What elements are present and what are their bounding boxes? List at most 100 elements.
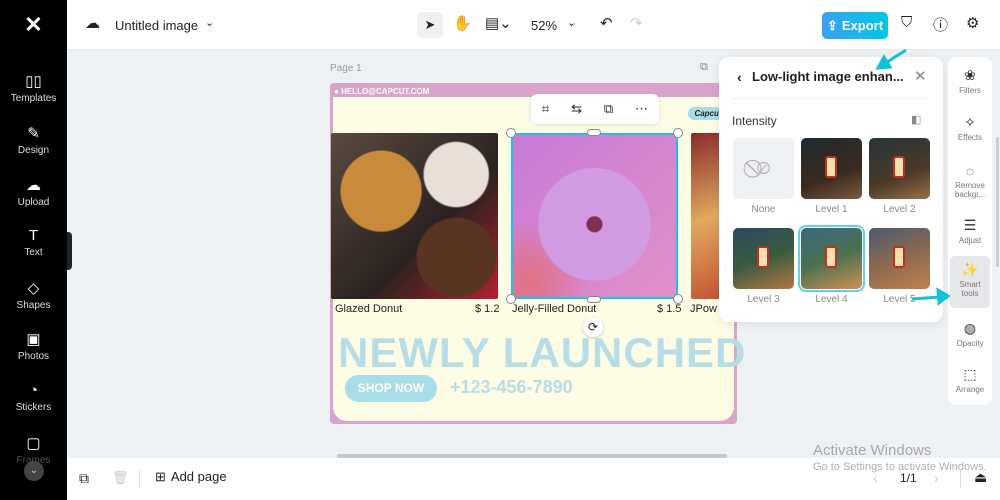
shapes-icon: ◇ — [27, 280, 40, 297]
adjust-icon: ☰ — [963, 217, 977, 233]
page-label: Page 1 — [330, 63, 362, 74]
frames-icon: ▢ — [26, 435, 41, 452]
expand-sidebar-button[interactable]: ⌄ — [24, 461, 44, 481]
sidebar-item-upload[interactable]: ☁ Upload — [0, 176, 67, 208]
duplicate-icon[interactable]: ⧉ — [604, 101, 613, 117]
duplicate-page-icon[interactable]: ⧉ — [700, 61, 708, 74]
sidebar-item-text[interactable]: T Text — [0, 227, 67, 258]
panel-title: Low-light image enhan... — [752, 69, 904, 84]
select-tool-button[interactable]: ➤ — [417, 12, 443, 38]
layout-icon[interactable]: ▤⌄ — [485, 14, 512, 32]
replace-icon[interactable]: ⇆ — [571, 101, 582, 117]
sidebar-item-shapes[interactable]: ◇ Shapes — [0, 279, 67, 311]
sidebar-item-templates[interactable]: ▯▯ Templates — [0, 72, 67, 104]
opacity-icon: ◍ — [963, 320, 977, 336]
stickers-icon: ◔ — [28, 382, 39, 399]
hand-tool-icon[interactable]: ✋ — [453, 14, 472, 32]
crop-icon[interactable]: ⌗ — [542, 101, 549, 117]
intensity-option-label: Level 2 — [883, 204, 916, 215]
product-name: JPow — [690, 303, 717, 315]
add-page-icon: ⊞ — [155, 469, 166, 484]
add-page-button[interactable]: ⊞ Add page — [155, 469, 227, 485]
intensity-option-level-3[interactable] — [733, 228, 794, 289]
resize-handle[interactable] — [673, 128, 683, 138]
selection-box — [511, 133, 678, 299]
text-icon: T — [28, 227, 39, 244]
intensity-option-level-1[interactable] — [801, 138, 862, 199]
product-name: Glazed Donut — [335, 303, 403, 315]
sidebar-item-stickers[interactable]: ◔ Stickers — [0, 382, 67, 413]
intensity-option-level-5[interactable] — [869, 228, 930, 289]
document-title[interactable]: Untitled image — [115, 18, 198, 33]
divider — [139, 470, 140, 488]
glazed-donut-image[interactable] — [331, 133, 498, 299]
sidebar-item-design[interactable]: ✎ Design — [0, 124, 67, 156]
sidebar-item-photos[interactable]: ▣ Photos — [0, 330, 67, 362]
back-icon[interactable]: ‹ — [737, 69, 742, 85]
zoom-level[interactable]: 52% — [531, 18, 557, 33]
export-button[interactable]: ⇪ Export — [822, 12, 888, 39]
intensity-option-label: None — [751, 204, 776, 215]
undo-icon[interactable]: ↶ — [600, 14, 613, 32]
tool-smart-tools[interactable]: ✨ Smart tools — [950, 261, 990, 298]
intensity-option-none[interactable]: ⃠⊘ — [733, 138, 794, 199]
help-icon[interactable]: ⓘ — [933, 14, 948, 35]
intensity-option-level-4[interactable] — [798, 225, 865, 292]
photos-icon: ▣ — [26, 331, 41, 348]
lantern-icon — [825, 156, 837, 178]
zoom-chevron-icon[interactable]: ⌄ — [567, 16, 576, 29]
shield-icon[interactable]: ⛉ — [901, 14, 912, 31]
export-icon: ⇪ — [826, 17, 838, 33]
upload-icon: ☁ — [26, 177, 41, 194]
templates-icon: ▯▯ — [25, 73, 42, 90]
phone-text: +123-456-7890 — [450, 377, 573, 397]
intensity-option-level-2[interactable] — [869, 138, 930, 199]
product-name: Jelly-Filled Donut — [512, 303, 597, 315]
design-icon: ✎ — [27, 125, 40, 142]
left-sidebar: ✕ ▯▯ Templates ✎ Design ☁ Upload T Text ◇ Sha… — [0, 0, 72, 500]
resize-handle[interactable] — [587, 296, 601, 303]
top-bar: ☁ Untitled image ⌄ ➤ ✋ ▤⌄ 52% ⌄ ↶ ↷ ⇪ Exp… — [67, 0, 1000, 50]
image-context-toolbar: ⌗ ⇆ ⧉ ⋯ — [531, 94, 659, 124]
lantern-icon — [825, 246, 837, 268]
product-price: $ 1.2 — [475, 303, 500, 315]
divider — [733, 98, 928, 99]
tool-filters[interactable]: ❀ Filters — [950, 67, 990, 95]
design-page[interactable]: ● HELLO@CAPCUT.COM Capcut ⌗ ⇆ ⧉ ⋯ Glazed Do… — [330, 83, 745, 424]
tool-effects[interactable]: ✧ Effects — [950, 114, 990, 142]
none-icon: ⃠⊘ — [756, 158, 771, 178]
settings-icon[interactable]: ⚙ — [966, 14, 979, 32]
tool-opacity[interactable]: ◍ Opacity — [950, 320, 990, 348]
duplicate-page-icon[interactable]: ⧉ — [79, 470, 89, 487]
sidebar-collapse-handle[interactable] — [67, 232, 72, 270]
lantern-icon — [893, 246, 905, 268]
resize-handle[interactable] — [587, 129, 601, 136]
delete-icon[interactable]: 🗑 — [112, 470, 129, 486]
scrollbar[interactable] — [996, 137, 999, 267]
effects-icon: ✧ — [964, 114, 976, 130]
page-count: 1/1 — [900, 471, 917, 485]
intensity-option-label: Level 5 — [883, 294, 916, 305]
resize-handle[interactable] — [506, 128, 516, 138]
intensity-option-label: Level 1 — [815, 204, 848, 215]
remove-icon: ◌ — [965, 163, 975, 179]
lantern-icon — [757, 246, 769, 268]
filters-icon: ❀ — [964, 67, 976, 83]
intensity-label: Intensity — [732, 114, 777, 128]
right-toolbar: ❀ Filters ✧ Effects ◌ Remove backgr... ☰ Adjust… — [948, 57, 999, 405]
redo-icon[interactable]: ↷ — [630, 14, 643, 32]
capcut-logo[interactable]: ✕ — [0, 0, 67, 50]
more-icon[interactable]: ⋯ — [635, 101, 648, 117]
shop-now-button[interactable]: SHOP NOW — [345, 375, 437, 402]
intensity-option-label: Level 3 — [747, 294, 780, 305]
headline-text: NEWLY LAUNCHED — [338, 329, 747, 376]
tool-remove-backgr[interactable]: ◌ Remove backgr... — [950, 163, 990, 199]
smart-icon: ✨ — [961, 261, 979, 277]
compare-icon[interactable]: ◧ — [911, 113, 921, 126]
low-light-enhance-panel: ‹ Low-light image enhan... ✕ Intensity ◧… — [719, 57, 943, 322]
lantern-icon — [893, 156, 905, 178]
tool-adjust[interactable]: ☰ Adjust — [950, 217, 990, 245]
title-dropdown-chevron-icon[interactable]: ⌄ — [205, 16, 214, 29]
close-icon[interactable]: ✕ — [914, 67, 927, 85]
tool-arrange[interactable]: ⬚ Arrange — [950, 366, 990, 394]
